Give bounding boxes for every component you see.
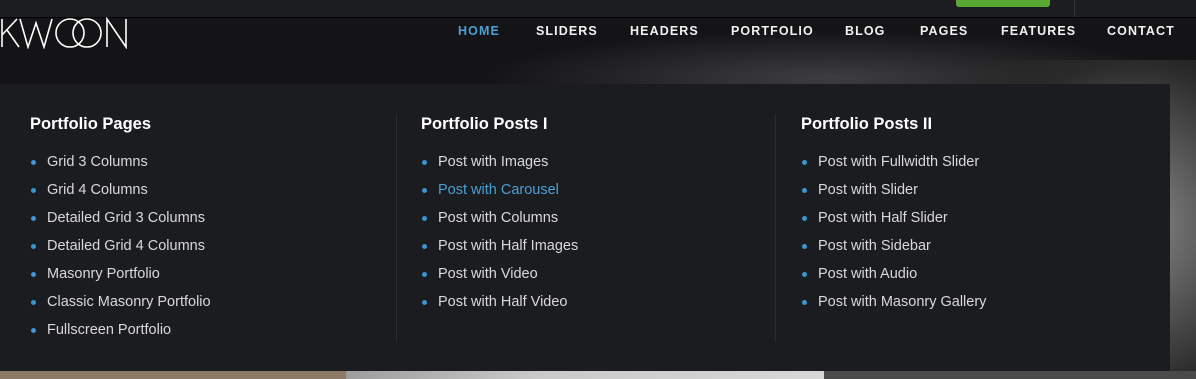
menu-link-label: Fullscreen Portfolio bbox=[47, 322, 172, 338]
menu-link-label: Post with Video bbox=[438, 266, 538, 282]
menu-link[interactable]: Post with Images bbox=[421, 148, 578, 176]
mega-menu-column-portfolio-pages: Portfolio Pages Grid 3 Columns Grid 4 Co… bbox=[30, 114, 211, 344]
bullet-icon bbox=[422, 272, 427, 277]
menu-link[interactable]: Post with Audio bbox=[801, 260, 986, 288]
column-link-list: Post with Fullwidth Slider Post with Sli… bbox=[801, 148, 986, 316]
menu-link-label: Masonry Portfolio bbox=[47, 266, 160, 282]
top-bar-separator bbox=[1074, 0, 1075, 17]
menu-link[interactable]: Post with Half Slider bbox=[801, 204, 986, 232]
hero-image-segment bbox=[0, 371, 346, 379]
menu-link[interactable]: Detailed Grid 4 Columns bbox=[30, 232, 211, 260]
nav-item-home[interactable]: HOME bbox=[458, 24, 500, 38]
bullet-icon bbox=[422, 188, 427, 193]
menu-link-label: Classic Masonry Portfolio bbox=[47, 294, 211, 310]
menu-link[interactable]: Masonry Portfolio bbox=[30, 260, 211, 288]
menu-link-label: Post with Sidebar bbox=[818, 238, 931, 254]
menu-link-highlighted[interactable]: Post with Carousel bbox=[421, 176, 578, 204]
nav-item-blog[interactable]: BLOG bbox=[845, 24, 886, 38]
nav-item-portfolio[interactable]: PORTFOLIO bbox=[731, 24, 814, 38]
bullet-icon bbox=[802, 272, 807, 277]
bullet-icon bbox=[802, 216, 807, 221]
menu-link-label: Post with Fullwidth Slider bbox=[818, 154, 980, 170]
menu-link-label: Post with Masonry Gallery bbox=[818, 294, 987, 310]
top-bar bbox=[0, 0, 1196, 18]
menu-link-label: Post with Slider bbox=[818, 182, 918, 198]
menu-link[interactable]: Grid 3 Columns bbox=[30, 148, 211, 176]
nav-item-sliders[interactable]: SLIDERS bbox=[536, 24, 598, 38]
bullet-icon bbox=[802, 244, 807, 249]
portfolio-mega-menu: Portfolio Pages Grid 3 Columns Grid 4 Co… bbox=[0, 84, 1170, 371]
menu-link-label: Post with Audio bbox=[818, 266, 918, 282]
menu-link-label: Post with Columns bbox=[438, 210, 559, 226]
menu-link[interactable]: Post with Half Images bbox=[421, 232, 578, 260]
mega-menu-column-portfolio-posts-1: Portfolio Posts I Post with Images Post … bbox=[421, 114, 578, 316]
column-link-list: Post with Images Post with Carousel Post… bbox=[421, 148, 578, 316]
column-title: Portfolio Posts I bbox=[421, 115, 548, 133]
menu-link[interactable]: Fullscreen Portfolio bbox=[30, 316, 211, 344]
menu-link[interactable]: Classic Masonry Portfolio bbox=[30, 288, 211, 316]
mega-menu-column-portfolio-posts-2: Portfolio Posts II Post with Fullwidth S… bbox=[801, 114, 986, 316]
menu-link[interactable]: Post with Video bbox=[421, 260, 578, 288]
menu-link[interactable]: Post with Columns bbox=[421, 204, 578, 232]
bullet-icon bbox=[31, 188, 36, 193]
nav-item-features[interactable]: FEATURES bbox=[1001, 24, 1076, 38]
bullet-icon bbox=[802, 300, 807, 305]
nav-item-contact[interactable]: CONTACT bbox=[1107, 24, 1175, 38]
bullet-icon bbox=[31, 216, 36, 221]
bullet-icon bbox=[31, 160, 36, 165]
column-link-list: Grid 3 Columns Grid 4 Columns Detailed G… bbox=[30, 148, 211, 344]
bullet-icon bbox=[802, 160, 807, 165]
bullet-icon bbox=[31, 272, 36, 277]
hero-image-segment bbox=[824, 371, 1196, 379]
menu-link-label: Post with Images bbox=[438, 154, 549, 170]
bullet-icon bbox=[802, 188, 807, 193]
menu-link-label: Post with Half Video bbox=[438, 294, 568, 310]
menu-link[interactable]: Detailed Grid 3 Columns bbox=[30, 204, 211, 232]
logo-wordmark-icon bbox=[1, 17, 127, 49]
menu-link[interactable]: Post with Masonry Gallery bbox=[801, 288, 986, 316]
menu-link-label: Detailed Grid 3 Columns bbox=[47, 210, 205, 226]
hero-image-strip bbox=[0, 371, 1196, 379]
menu-link[interactable]: Grid 4 Columns bbox=[30, 176, 211, 204]
menu-link[interactable]: Post with Sidebar bbox=[801, 232, 986, 260]
menu-link-label: Detailed Grid 4 Columns bbox=[47, 238, 205, 254]
bullet-icon bbox=[422, 244, 427, 249]
column-divider bbox=[775, 114, 776, 342]
column-title: Portfolio Posts II bbox=[801, 115, 933, 133]
bullet-icon bbox=[31, 244, 36, 249]
menu-link[interactable]: Post with Half Video bbox=[421, 288, 578, 316]
menu-link-label: Post with Half Slider bbox=[818, 210, 948, 226]
menu-link[interactable]: Post with Fullwidth Slider bbox=[801, 148, 986, 176]
bullet-icon bbox=[31, 328, 36, 333]
nav-item-pages[interactable]: PAGES bbox=[920, 24, 968, 38]
column-title: Portfolio Pages bbox=[30, 115, 152, 133]
site-logo[interactable] bbox=[0, 17, 130, 49]
menu-link-label: Grid 4 Columns bbox=[47, 182, 148, 198]
menu-link-label: Grid 3 Columns bbox=[47, 154, 148, 170]
bullet-icon bbox=[422, 160, 427, 165]
menu-link-label: Post with Half Images bbox=[438, 238, 579, 254]
top-bar-cta-button[interactable] bbox=[956, 0, 1050, 7]
menu-link[interactable]: Post with Slider bbox=[801, 176, 986, 204]
bullet-icon bbox=[31, 300, 36, 305]
hero-image-segment bbox=[346, 371, 824, 379]
nav-item-headers[interactable]: HEADERS bbox=[630, 24, 699, 38]
column-divider bbox=[396, 114, 397, 342]
menu-link-label: Post with Carousel bbox=[438, 182, 559, 198]
bullet-icon bbox=[422, 300, 427, 305]
bullet-icon bbox=[422, 216, 427, 221]
